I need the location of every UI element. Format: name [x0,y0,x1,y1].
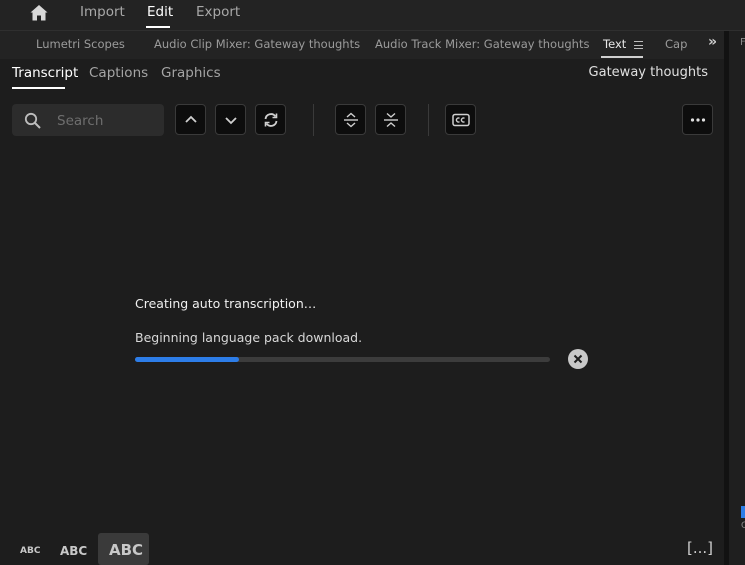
refresh-icon [264,113,278,127]
adjacent-panel [729,31,745,565]
hamburger-icon[interactable] [634,41,643,49]
collapse-rows-button[interactable] [375,104,406,135]
more-options-button[interactable] [682,104,713,135]
active-nav-indicator [146,26,170,28]
tab-lumetri-scopes[interactable]: Lumetri Scopes [36,37,125,51]
toolbar-divider [313,104,314,136]
cancel-button[interactable] [568,349,588,369]
active-tab-indicator [601,56,643,58]
chevron-up-icon [185,115,197,123]
expand-segments-button[interactable]: [...] [687,539,713,557]
toolbar-divider [428,104,429,136]
expand-rows-icon [344,112,358,128]
text-panel: Transcript Captions Graphics Gateway tho… [0,59,722,565]
search-box[interactable] [12,104,164,136]
adjacent-panel-letter: F [740,37,745,48]
tab-captions-truncated[interactable]: Cap [665,37,687,51]
tab-audio-clip-mixer[interactable]: Audio Clip Mixer: Gateway thoughts [154,37,360,51]
next-result-button[interactable] [215,104,246,135]
subtab-graphics[interactable]: Graphics [161,65,221,81]
collapse-rows-icon [384,112,398,128]
more-icon [690,118,706,122]
expand-rows-button[interactable] [335,104,366,135]
previous-result-button[interactable] [175,104,206,135]
tab-text[interactable]: Text [603,37,626,51]
progress-bar [135,357,550,362]
progress-fill [135,357,239,362]
panel-tab-bar: Lumetri Scopes Audio Clip Mixer: Gateway… [0,31,724,59]
status-message: Beginning language pack download. [135,330,363,345]
adjacent-panel-mark: C [741,521,745,531]
text-size-medium[interactable]: ABC [60,544,87,558]
close-icon [573,354,583,364]
nav-edit[interactable]: Edit [147,4,173,20]
top-bar: Import Edit Export [0,0,745,31]
create-captions-button[interactable] [445,104,476,135]
adjacent-panel-accent [741,506,745,518]
sequence-name: Gateway thoughts [588,65,708,80]
status-title: Creating auto transcription… [135,296,317,311]
subtab-captions[interactable]: Captions [89,65,148,81]
cc-icon [452,113,470,127]
search-input[interactable] [55,110,159,132]
text-size-small[interactable]: ABC [20,546,40,556]
refresh-button[interactable] [255,104,286,135]
tab-audio-track-mixer[interactable]: Audio Track Mixer: Gateway thoughts [375,37,589,51]
double-chevron-right-icon[interactable]: » [708,34,717,50]
search-icon [24,112,41,129]
subtab-transcript[interactable]: Transcript [12,65,78,81]
nav-export[interactable]: Export [196,4,240,20]
nav-import[interactable]: Import [80,4,125,20]
home-icon[interactable] [29,3,49,23]
active-subtab-indicator [12,87,65,89]
chevron-down-icon [225,117,237,125]
text-size-large[interactable]: ABC [109,541,143,559]
